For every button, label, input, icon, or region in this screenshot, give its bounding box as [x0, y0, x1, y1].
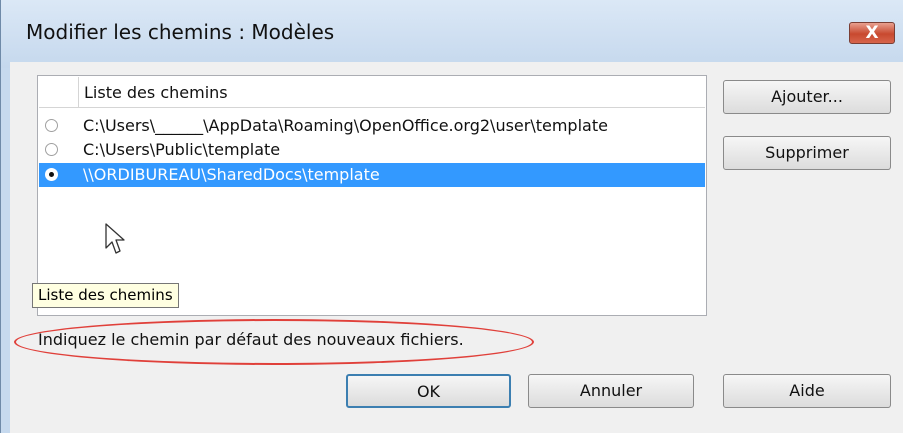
help-button-label: Aide	[789, 381, 825, 400]
list-item-selected[interactable]: \\ORDIBUREAU\SharedDocs\template	[39, 163, 705, 187]
list-header-label: Liste des chemins	[84, 83, 228, 102]
list-item-path: C:\Users\______\AppData\Roaming\OpenOffi…	[83, 116, 608, 135]
list-item[interactable]: C:\Users\______\AppData\Roaming\OpenOffi…	[39, 114, 705, 138]
list-item-path: C:\Users\Public\template	[83, 140, 281, 159]
list-item-path: \\ORDIBUREAU\SharedDocs\template	[83, 165, 380, 184]
cancel-button-label: Annuler	[579, 381, 643, 400]
ok-button[interactable]: OK	[346, 374, 511, 408]
title-bar[interactable]: Modifier les chemins : Modèles X	[1, 0, 903, 68]
dialog-window: Modifier les chemins : Modèles X Liste d…	[0, 0, 903, 433]
radio-button-selected[interactable]	[45, 168, 58, 181]
tooltip: Liste des chemins	[32, 283, 179, 308]
close-icon: X	[865, 23, 879, 43]
radio-button[interactable]	[45, 143, 58, 156]
path-list[interactable]: Liste des chemins C:\Users\______\AppDat…	[37, 75, 707, 316]
delete-button[interactable]: Supprimer	[723, 136, 891, 170]
list-header: Liste des chemins	[39, 77, 705, 108]
list-item[interactable]: C:\Users\Public\template	[39, 138, 705, 162]
window-title: Modifier les chemins : Modèles	[26, 20, 335, 44]
help-button[interactable]: Aide	[723, 374, 891, 408]
radio-button[interactable]	[45, 119, 58, 132]
header-check-column	[39, 77, 79, 107]
close-button[interactable]: X	[849, 22, 895, 44]
arrow-cursor-icon	[105, 223, 125, 254]
ok-button-label: OK	[416, 382, 441, 401]
cancel-button[interactable]: Annuler	[528, 374, 694, 408]
add-button[interactable]: Ajouter...	[723, 80, 891, 114]
add-button-label: Ajouter...	[771, 87, 843, 106]
annotation-ellipse	[14, 319, 534, 365]
delete-button-label: Supprimer	[765, 143, 849, 162]
